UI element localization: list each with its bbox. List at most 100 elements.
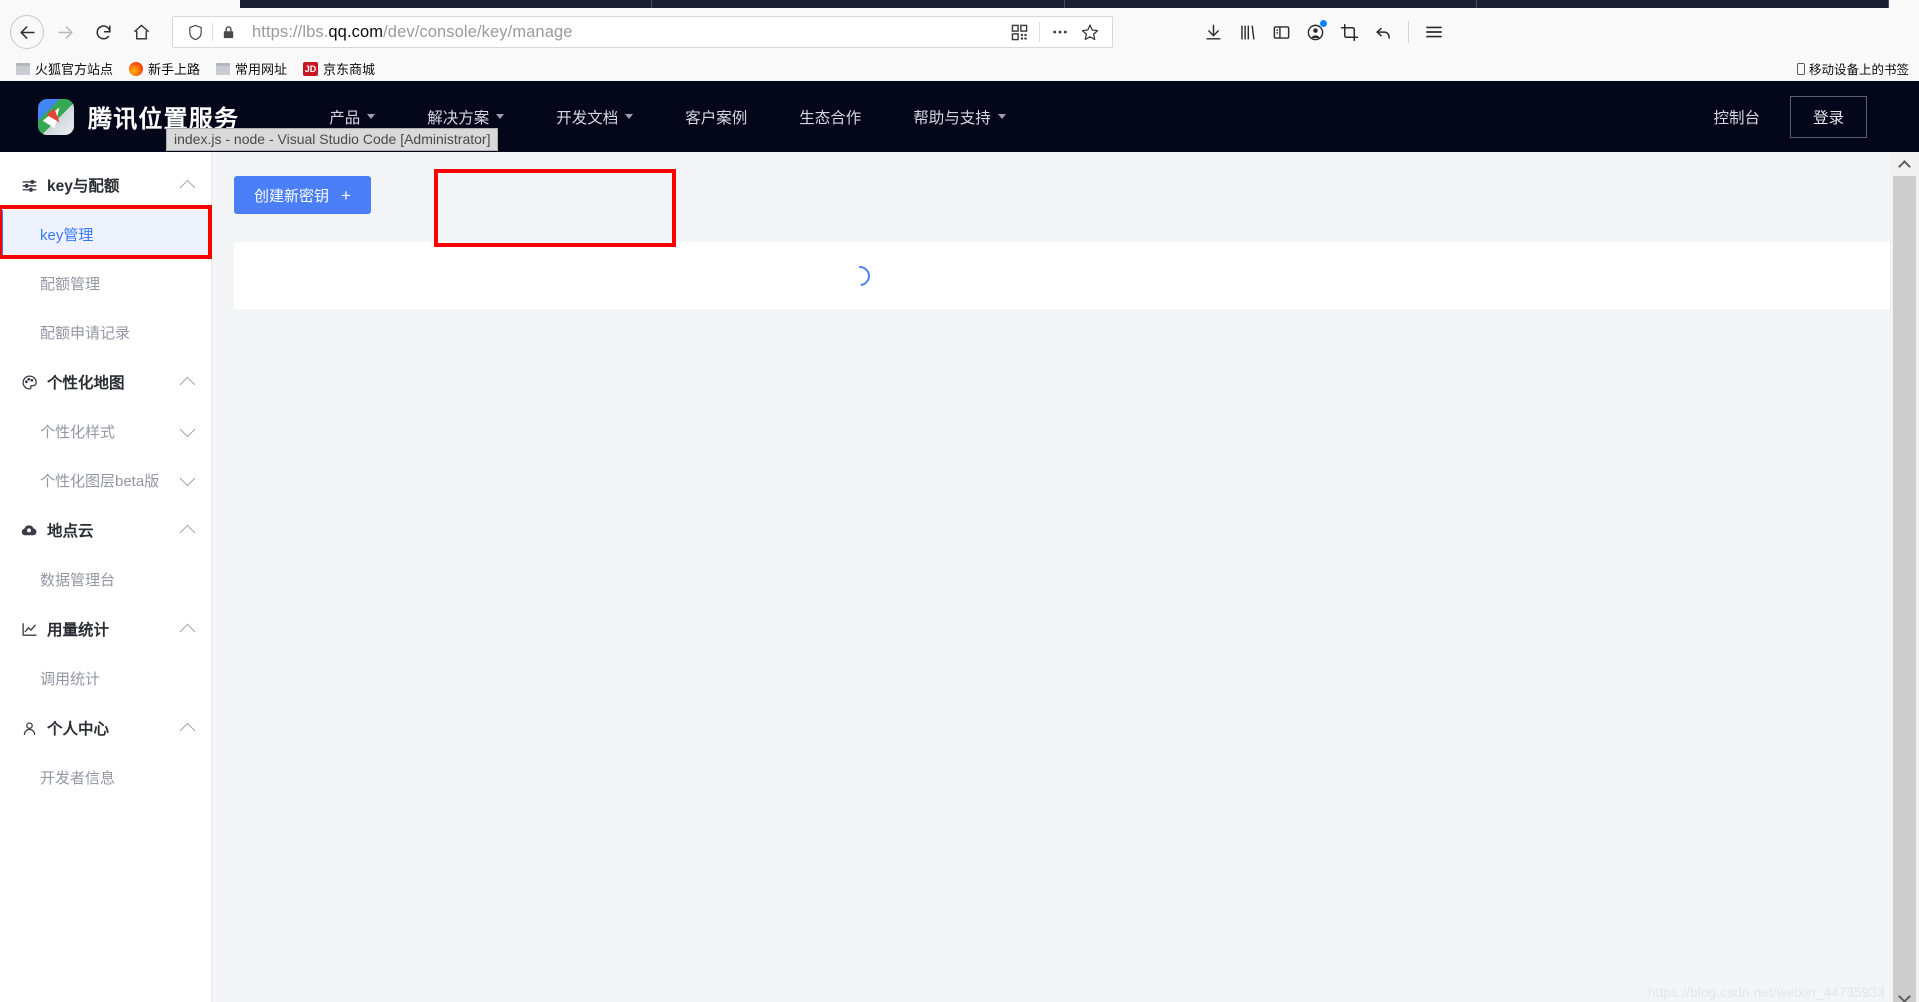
browser-actions [1197, 16, 1450, 49]
url-domain: qq.com [328, 22, 384, 41]
reload-icon[interactable] [86, 15, 120, 49]
sidebar-icon[interactable] [1265, 16, 1298, 49]
bookmark-star-icon[interactable] [1076, 18, 1104, 46]
sidebar-item-call-stats[interactable]: 调用统计 [0, 654, 211, 703]
bookmark-item[interactable]: 新手上路 [121, 59, 208, 78]
nav-item-support[interactable]: 帮助与支持 [887, 106, 1032, 128]
chevron-up-icon[interactable] [179, 623, 196, 639]
more-icon[interactable] [1046, 18, 1074, 46]
bookmark-item[interactable]: JD 京东商城 [295, 59, 383, 78]
folder-icon [16, 62, 30, 75]
nav-item-docs[interactable]: 开发文档 [530, 106, 659, 128]
lock-icon[interactable] [215, 25, 242, 40]
browser-tab-strip[interactable] [0, 0, 1919, 8]
sidebar-group-label: 个性化地图 [47, 375, 125, 392]
qrcode-icon[interactable] [1005, 18, 1033, 46]
address-bar[interactable]: https://lbs.qq.com/dev/console/key/manag… [172, 16, 1113, 48]
browser-tab[interactable] [240, 0, 653, 8]
url-scheme: https://lbs. [252, 22, 329, 41]
account-icon[interactable] [1299, 16, 1332, 49]
undo-icon[interactable] [1367, 16, 1400, 49]
nav-item-solutions[interactable]: 解决方案 [401, 106, 530, 128]
menu-icon[interactable] [1417, 16, 1450, 49]
mobile-bookmarks-label: 移动设备上的书签 [1808, 63, 1909, 77]
chevron-down-icon[interactable] [179, 470, 196, 487]
browser-tab[interactable] [1065, 0, 1477, 8]
scroll-down-button[interactable] [1890, 986, 1919, 1002]
watermark: https://blog.csdn.net/weixin_44735933 [1647, 985, 1885, 1000]
sidebar-item-quota-records[interactable]: 配额申请记录 [0, 308, 211, 357]
url-text[interactable]: https://lbs.qq.com/dev/console/key/manag… [242, 23, 1005, 42]
browser-tab[interactable] [1477, 0, 1889, 8]
annotation-box-create-key [434, 169, 676, 247]
back-arrow-icon[interactable] [10, 15, 44, 49]
nav-item-cases[interactable]: 客户案例 [659, 106, 773, 128]
bookmarks-bar: 火狐官方站点 新手上路 常用网址 JD 京东商城 移动设备上的书签 [0, 56, 1919, 81]
nav-label: 开发文档 [556, 109, 619, 127]
sidebar-item-label: 数据管理台 [40, 572, 116, 589]
chevron-up-icon[interactable] [179, 524, 196, 540]
console-link[interactable]: 控制台 [1713, 106, 1760, 128]
nav-item-ecosystem[interactable]: 生态合作 [773, 106, 887, 128]
sidebar-group-label: 地点云 [47, 523, 94, 540]
sidebar-group-custom-map[interactable]: 个性化地图 [0, 357, 211, 407]
navigation-buttons [10, 15, 158, 49]
sidebar-item-data-console[interactable]: 数据管理台 [0, 555, 211, 604]
browser-tab[interactable] [652, 0, 1065, 8]
sidebar-item-label: 调用统计 [40, 671, 101, 688]
chevron-down-icon [496, 114, 505, 119]
mobile-bookmarks-item[interactable]: 移动设备上的书签 [1796, 59, 1909, 78]
account-badge [1320, 19, 1327, 27]
bookmark-label: 火狐官方站点 [35, 62, 114, 77]
vertical-scrollbar[interactable] [1890, 152, 1919, 1002]
login-button[interactable]: 登录 [1789, 95, 1867, 138]
vscode-taskbar-tooltip: index.js - node - Visual Studio Code [Ad… [166, 128, 499, 151]
sidebar-group-key-quota[interactable]: key与配额 [0, 160, 211, 210]
scrollbar-thumb[interactable] [1893, 176, 1916, 1002]
folder-icon [216, 62, 231, 75]
loading-spinner-icon [845, 261, 874, 290]
create-key-button[interactable]: 创建新密钥 + [234, 176, 371, 214]
sidebar-item-custom-layer-beta[interactable]: 个性化图层beta版 [0, 456, 211, 505]
main-content: 创建新密钥 + https://blog.csdn.net/weixin_447… [212, 152, 1919, 1002]
page-body: key与配额 key管理 配额管理 配额申请记录 个性化地图 个性化样式 个性化… [0, 152, 1919, 1002]
create-key-label: 创建新密钥 [254, 187, 330, 205]
nav-item-products[interactable]: 产品 [303, 106, 401, 128]
sliders-icon [20, 177, 38, 194]
shield-icon[interactable] [181, 24, 210, 41]
downloads-icon[interactable] [1197, 16, 1230, 49]
bookmark-item[interactable]: 常用网址 [208, 59, 295, 78]
url-path: /dev/console/key/manage [383, 22, 573, 41]
chevron-up-icon [1898, 159, 1911, 173]
chevron-up-icon[interactable] [179, 376, 196, 392]
chevron-up-icon[interactable] [179, 179, 196, 195]
nav-label: 解决方案 [427, 109, 490, 127]
chevron-up-icon[interactable] [179, 722, 196, 738]
screenshot-icon[interactable] [1333, 16, 1366, 49]
sidebar-item-label: 个性化样式 [40, 424, 116, 441]
library-icon[interactable] [1231, 16, 1264, 49]
scroll-up-button[interactable] [1890, 152, 1919, 176]
sidebar-item-developer-info[interactable]: 开发者信息 [0, 753, 211, 802]
sidebar-group-personal-center[interactable]: 个人中心 [0, 703, 211, 753]
sidebar-group-usage-stats[interactable]: 用量统计 [0, 604, 211, 654]
key-list-card [234, 242, 1897, 309]
sidebar-item-key-manage[interactable]: key管理 [0, 210, 211, 259]
sidebar-item-quota-manage[interactable]: 配额管理 [0, 259, 211, 308]
cloud-pin-icon [20, 521, 38, 539]
forward-arrow-icon [48, 15, 82, 49]
bookmark-label: 新手上路 [148, 62, 201, 77]
sidebar-group-label: 个人中心 [47, 721, 110, 738]
sidebar-item-label: key管理 [40, 227, 94, 244]
home-icon[interactable] [124, 15, 158, 49]
sidebar-item-custom-style[interactable]: 个性化样式 [0, 407, 211, 456]
main-navigation: 产品 解决方案 开发文档 客户案例 生态合作 帮助与支持 [303, 106, 1032, 128]
sidebar-group-label: key与配额 [47, 178, 120, 195]
user-icon [20, 720, 38, 737]
bookmark-label: 京东商城 [323, 62, 376, 77]
bookmark-item[interactable]: 火狐官方站点 [8, 59, 121, 78]
browser-toolbar: https://lbs.qq.com/dev/console/key/manag… [0, 8, 1919, 56]
sidebar-group-place-cloud[interactable]: 地点云 [0, 505, 211, 555]
sidebar-item-label: 配额管理 [40, 276, 101, 293]
chevron-down-icon[interactable] [179, 421, 196, 438]
